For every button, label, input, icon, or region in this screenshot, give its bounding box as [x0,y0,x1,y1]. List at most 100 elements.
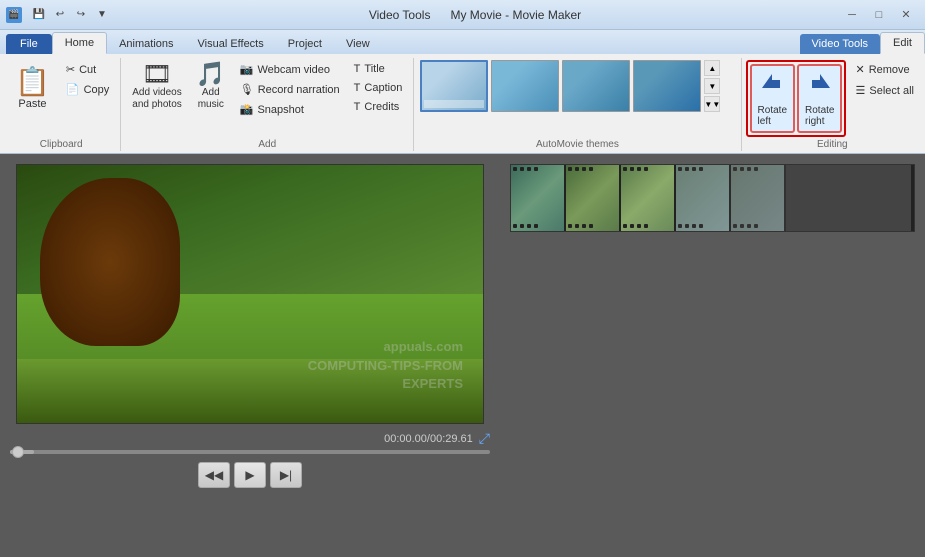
add-videos-icon: 🎞 [142,63,172,87]
credits-icon: T [354,101,361,113]
watermark-line3: EXPERTS [308,375,463,393]
window-title: Video Tools My Movie - Movie Maker [111,8,839,22]
add-column: 📷 Webcam video 🎙 Record narration 📸 Snap… [235,60,345,119]
timeline-border-right [911,165,914,231]
tab-view[interactable]: View [334,34,382,54]
webcam-button[interactable]: 📷 Webcam video [235,60,345,79]
close-button[interactable]: ✕ [893,5,919,25]
record-label: Record narration [258,84,340,96]
editing-right: ✕ Remove ☰ Select all [850,60,919,100]
ribbon-tab-bar: File Home Animations Visual Effects Proj… [0,30,925,54]
time-display: 00:00.00/00:29.61 ⤢ [10,430,490,447]
themes-content: ▲ ▼ ▼▼ [420,60,734,112]
play-button[interactable]: ▶ [234,462,266,488]
tab-visual-effects[interactable]: Visual Effects [186,34,276,54]
automovie-label: AutoMovie themes [420,137,734,151]
rewind-button[interactable]: ◀◀ [198,462,230,488]
progress-thumb[interactable] [12,446,24,458]
rotate-highlight-box: Rotate left Rotate right [746,60,847,137]
themes-scroll-down[interactable]: ▼ [704,78,720,94]
film-strip [511,165,786,231]
add-videos-button[interactable]: 🎞 Add videos and photos [127,60,187,114]
add-content: 🎞 Add videos and photos 🎵 Add music 📷 We… [127,60,407,137]
text-column: T Title T Caption T Credits [349,60,408,116]
window-controls: ─ □ ✕ [839,5,919,25]
paste-label: Paste [18,98,46,110]
paste-button[interactable]: 📋 Paste [8,60,57,115]
sprocket-top-2 [568,167,617,172]
ribbon: 📋 Paste ✂ Cut 📄 Copy Clipboard 🎞 Add vid… [0,54,925,154]
theme-4[interactable] [633,60,701,112]
tab-home[interactable]: Home [52,32,107,54]
select-all-button[interactable]: ☰ Select all [850,81,919,100]
add-music-icon: 🎵 [196,63,226,87]
rotate-right-label: Rotate right [805,105,834,127]
video-canvas[interactable]: appuals.com COMPUTING-TIPS-FROM EXPERTS [16,164,484,424]
webcam-icon: 📷 [240,63,254,76]
theme-3[interactable] [562,60,630,112]
themes-scroll-up[interactable]: ▲ [704,60,720,76]
add-music-button[interactable]: 🎵 Add music [191,60,231,114]
video-controls: 00:00.00/00:29.61 ⤢ ◀◀ ▶ ▶| [10,430,490,488]
video-tools-label: Video Tools [369,8,431,22]
maximize-button[interactable]: □ [866,5,892,25]
title-label: Title [364,63,384,75]
rotate-left-button[interactable]: Rotate left [750,64,795,133]
clipboard-content: 📋 Paste ✂ Cut 📄 Copy [8,60,114,137]
cut-button[interactable]: ✂ Cut [61,60,114,79]
save-button[interactable]: 💾 [30,6,48,24]
expand-button[interactable]: ⤢ [479,430,490,447]
film-frame-2 [566,165,621,231]
sprocket-top-4 [678,167,727,172]
editing-label: Editing [746,137,919,151]
sprocket-bottom-3 [623,224,672,229]
tab-animations[interactable]: Animations [107,34,185,54]
credits-button[interactable]: T Credits [349,98,408,116]
copy-button[interactable]: 📄 Copy [61,80,114,99]
copy-label: Copy [84,84,110,96]
sprocket-top-3 [623,167,672,172]
title-button[interactable]: T Title [349,60,408,78]
clipboard-group: 📋 Paste ✂ Cut 📄 Copy Clipboard [2,58,121,151]
remove-button[interactable]: ✕ Remove [850,60,919,79]
themes-scroll: ▲ ▼ ▼▼ [704,60,720,112]
theme-2[interactable] [491,60,559,112]
clipboard-label: Clipboard [8,137,114,151]
editing-group: Rotate left Rotate right ✕ Remove [742,58,923,151]
themes-scroll-expand[interactable]: ▼▼ [704,96,720,112]
app-title: My Movie - Movie Maker [450,8,581,22]
redo-button[interactable]: ↪ [72,6,90,24]
rotate-right-button[interactable]: Rotate right [797,64,842,133]
paste-icon: 📋 [15,65,50,98]
copy-icon: 📄 [66,83,80,96]
film-frame-4 [676,165,731,231]
cut-label: Cut [79,64,96,76]
rotate-left-icon [758,70,786,105]
caption-button[interactable]: T Caption [349,79,408,97]
minimize-button[interactable]: ─ [839,5,865,25]
snapshot-button[interactable]: 📸 Snapshot [235,100,345,119]
theme-1[interactable] [420,60,488,112]
sprocket-bottom-4 [678,224,727,229]
automovie-group: ▲ ▼ ▼▼ AutoMovie themes [414,58,741,151]
title-bar-left: 🎬 💾 ↩ ↪ ▼ [6,6,111,24]
editing-content: Rotate left Rotate right ✕ Remove [746,60,919,137]
remove-label: Remove [869,64,910,76]
add-music-label: Add music [198,87,224,111]
add-videos-label: Add videos and photos [132,87,182,111]
timeline-track[interactable] [510,164,915,232]
tab-project[interactable]: Project [276,34,334,54]
tab-file[interactable]: File [6,34,52,54]
title-icon: T [354,63,361,75]
undo-button[interactable]: ↩ [51,6,69,24]
progress-bar[interactable] [10,450,490,454]
next-frame-button[interactable]: ▶| [270,462,302,488]
record-narration-button[interactable]: 🎙 Record narration [235,80,345,99]
more-button[interactable]: ▼ [93,6,111,24]
tab-edit[interactable]: Edit [880,32,925,54]
credits-label: Credits [364,101,399,113]
sprocket-top-5 [733,167,782,172]
film-frame-1 [511,165,566,231]
watermark-line1: appuals.com [308,338,463,356]
tab-video-tools[interactable]: Video Tools [800,34,880,54]
